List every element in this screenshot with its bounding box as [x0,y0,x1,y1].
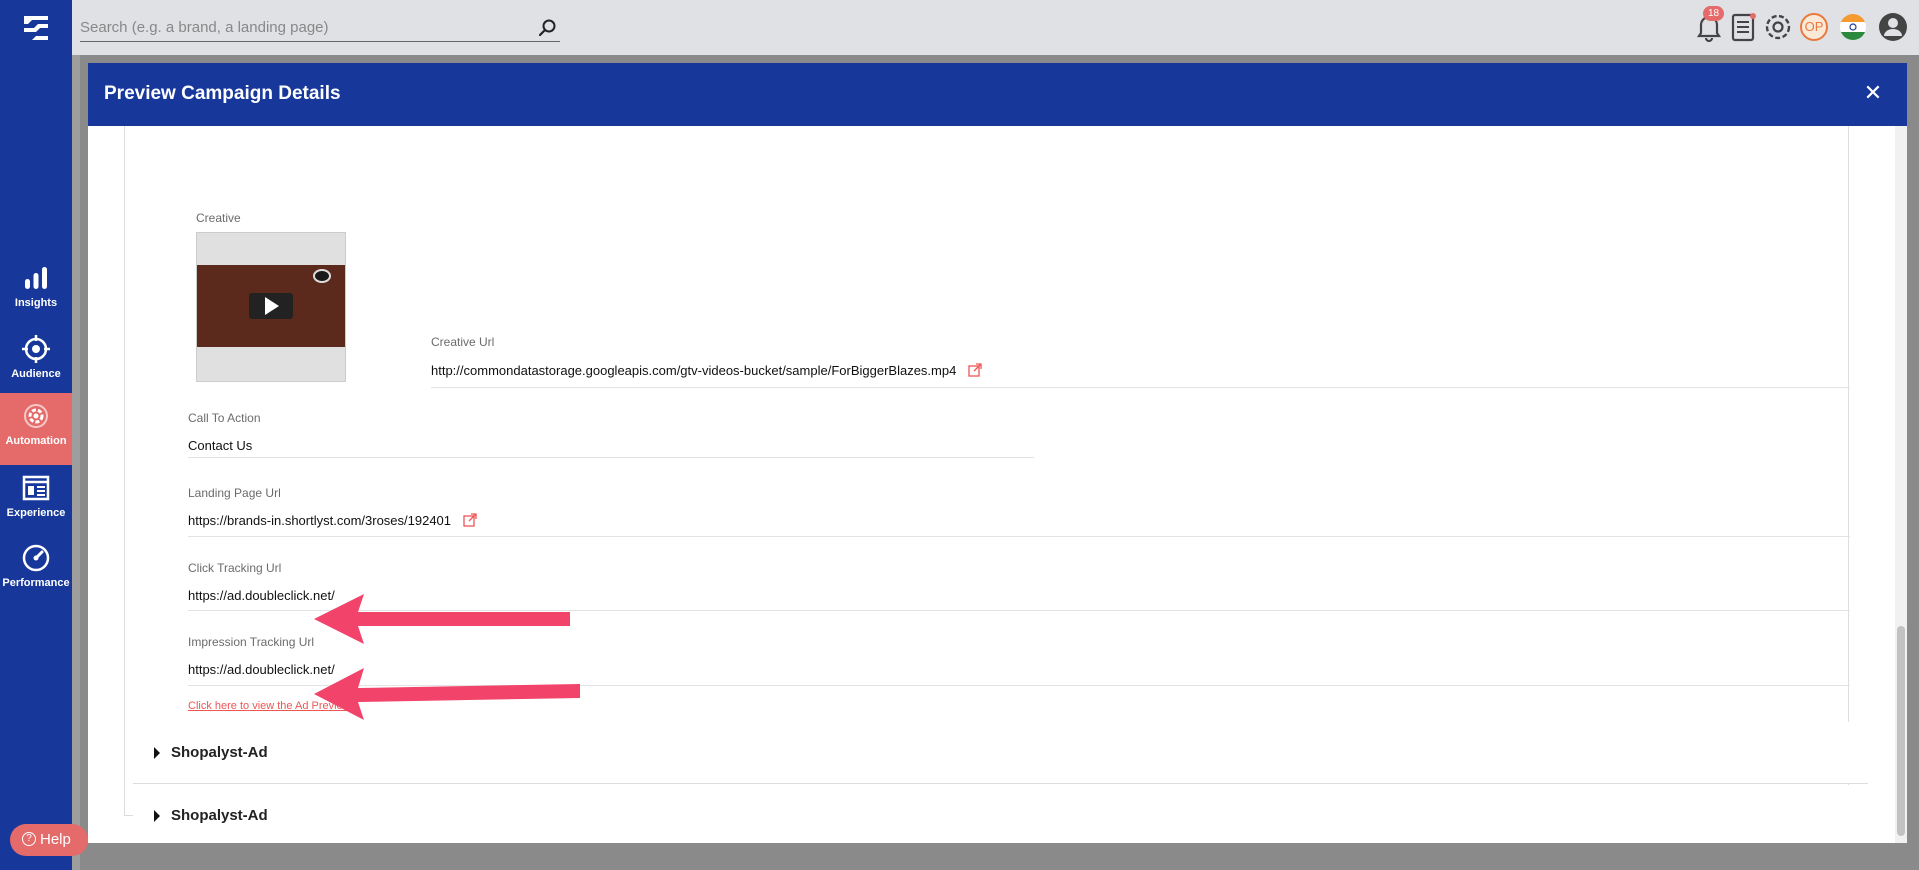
sidebar-item-insights[interactable]: Insights [0,255,72,325]
sidebar-item-automation[interactable]: Automation [0,393,72,465]
modal-title: Preview Campaign Details [104,83,341,104]
landing-page-value: https://brands-in.shortlyst.com/3roses/1… [188,513,477,528]
avatar-initials[interactable]: OP [1800,13,1828,41]
play-icon[interactable] [265,297,279,315]
accordion-title: Shopalyst-Ad [171,807,268,824]
video-preview [197,265,345,347]
impression-tracking-label: Impression Tracking Url [188,635,315,649]
document-list-icon[interactable] [1727,11,1759,43]
external-link-icon[interactable] [463,513,477,527]
creative-url-value: http://commondatastorage.googleapis.com/… [431,363,982,378]
user-profile-icon[interactable] [1877,11,1909,43]
app-logo-icon[interactable] [22,14,50,40]
creative-url-text[interactable]: http://commondatastorage.googleapis.com/… [431,363,956,378]
click-tracking-label: Click Tracking Url [188,561,282,575]
close-icon[interactable]: ✕ [1861,81,1885,105]
notification-badge: 18 [1703,6,1725,21]
cta-value: Contact Us [188,438,253,453]
settings-gear-icon[interactable] [1762,11,1794,43]
sidebar-item-audience[interactable]: Audience [0,326,72,396]
annotation-arrow-impression-tracking [314,668,580,720]
modal-header: Preview Campaign Details ✕ [88,63,1907,126]
help-button[interactable]: ? Help [10,824,88,856]
coffee-cup-icon [313,269,331,283]
landing-page-label: Landing Page Url [188,486,281,500]
sidebar-item-experience[interactable]: Experience [0,465,72,535]
annotation-arrow-click-tracking [314,594,570,644]
sidebar-item-label: Audience [11,368,61,380]
accordion-title: Shopalyst-Ad [171,744,268,761]
sidebar-item-label: Experience [6,507,66,519]
layout-icon [22,475,50,501]
caret-right-icon [154,747,160,759]
cta-label: Call To Action [188,411,261,425]
gear-icon [24,404,48,428]
creative-url-label: Creative Url [431,335,495,349]
speedometer-icon [22,544,50,572]
scrollbar-thumb[interactable] [1897,626,1905,836]
search-icon[interactable] [538,18,558,38]
external-link-icon[interactable] [968,363,982,377]
caret-right-icon [154,810,160,822]
modal-scrollbar[interactable] [1895,126,1907,843]
sidebar-item-label: Performance [2,577,70,589]
sidebar-item-label: Insights [14,297,58,309]
help-label: Help [40,831,71,848]
target-icon [22,335,50,363]
search-placeholder: Search (e.g. a brand, a landing page) [80,19,329,36]
topbar: Search (e.g. a brand, a landing page) [72,0,1919,55]
sidebar-item-performance[interactable]: Performance [0,535,72,605]
accordion-shopalyst-ad-2[interactable]: Shopalyst-Ad [133,785,1868,843]
landing-page-text[interactable]: https://brands-in.shortlyst.com/3roses/1… [188,513,451,528]
sidebar-item-label: Automation [5,435,67,447]
preview-campaign-modal: Preview Campaign Details ✕ Creative Crea… [88,63,1907,843]
accordion-shopalyst-ad-1[interactable]: Shopalyst-Ad [133,722,1868,784]
creative-label: Creative [196,211,241,225]
modal-content: Creative Creative Url http://commondatas… [88,126,1895,843]
sidebar: Insights Audience Automation Experience [0,0,72,870]
creative-thumbnail[interactable] [196,232,346,382]
question-icon: ? [22,832,36,847]
bar-chart-icon [25,267,47,289]
search-input[interactable]: Search (e.g. a brand, a landing page) [80,14,560,42]
india-flag-icon[interactable] [1837,11,1869,43]
